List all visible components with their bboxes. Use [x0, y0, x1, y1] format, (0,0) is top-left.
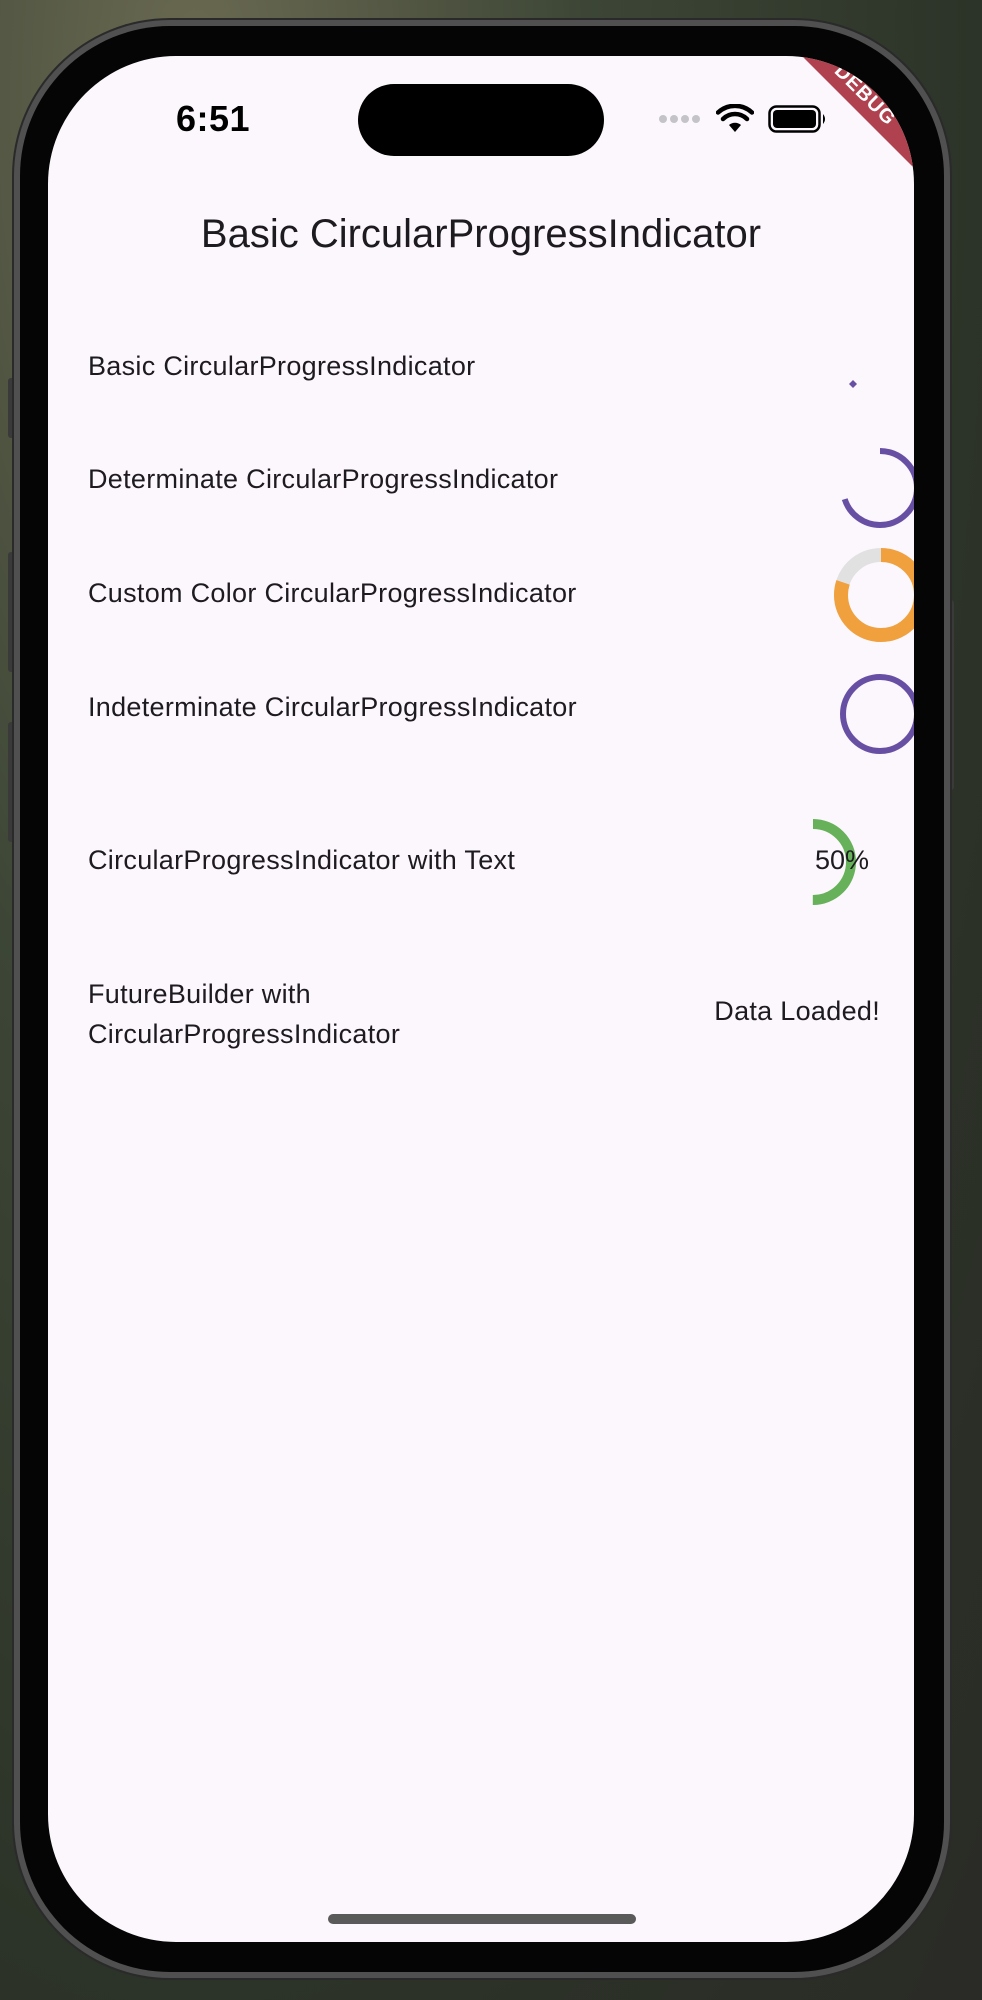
- wifi-icon: [716, 104, 754, 132]
- data-loaded-text: Data Loaded!: [714, 996, 880, 1026]
- action-button: [8, 378, 16, 438]
- progress-arc: [840, 448, 914, 528]
- row-label: CircularProgressIndicator with Text: [88, 845, 516, 875]
- determinate-progress-indicator: [840, 448, 914, 528]
- row-label: Indeterminate CircularProgressIndicator: [88, 692, 577, 722]
- indeterminate-progress-indicator: [840, 674, 914, 754]
- progress-percent-text: 50%: [815, 845, 870, 875]
- basic-progress-indicator: [849, 380, 857, 388]
- progress-ring: [840, 674, 914, 754]
- volume-down-button: [8, 722, 16, 842]
- app-bar-title: Basic CircularProgressIndicator: [200, 212, 762, 256]
- volume-up-button: [8, 552, 16, 672]
- home-indicator: [328, 1914, 636, 1924]
- row-label: FutureBuilder with CircularProgressIndic…: [88, 974, 400, 1054]
- battery-icon: [768, 105, 825, 133]
- power-button: [946, 600, 954, 790]
- row-label: Determinate CircularProgressIndicator: [88, 464, 559, 494]
- row-label-line-2: CircularProgressIndicator: [88, 1019, 401, 1049]
- dynamic-island: [358, 84, 604, 156]
- cellular-dots-icon: [659, 115, 700, 123]
- status-icons: [658, 104, 828, 134]
- custom-color-progress-indicator: [834, 548, 914, 642]
- row-label: Custom Color CircularProgressIndicator: [88, 578, 577, 608]
- status-time: 6:51: [176, 98, 251, 139]
- row-label-line-1: FutureBuilder with: [88, 979, 311, 1009]
- row-label: Basic CircularProgressIndicator: [88, 351, 476, 381]
- app-screen: 6:51 DEBUG Basic CircularProgressIndicat…: [48, 56, 914, 1942]
